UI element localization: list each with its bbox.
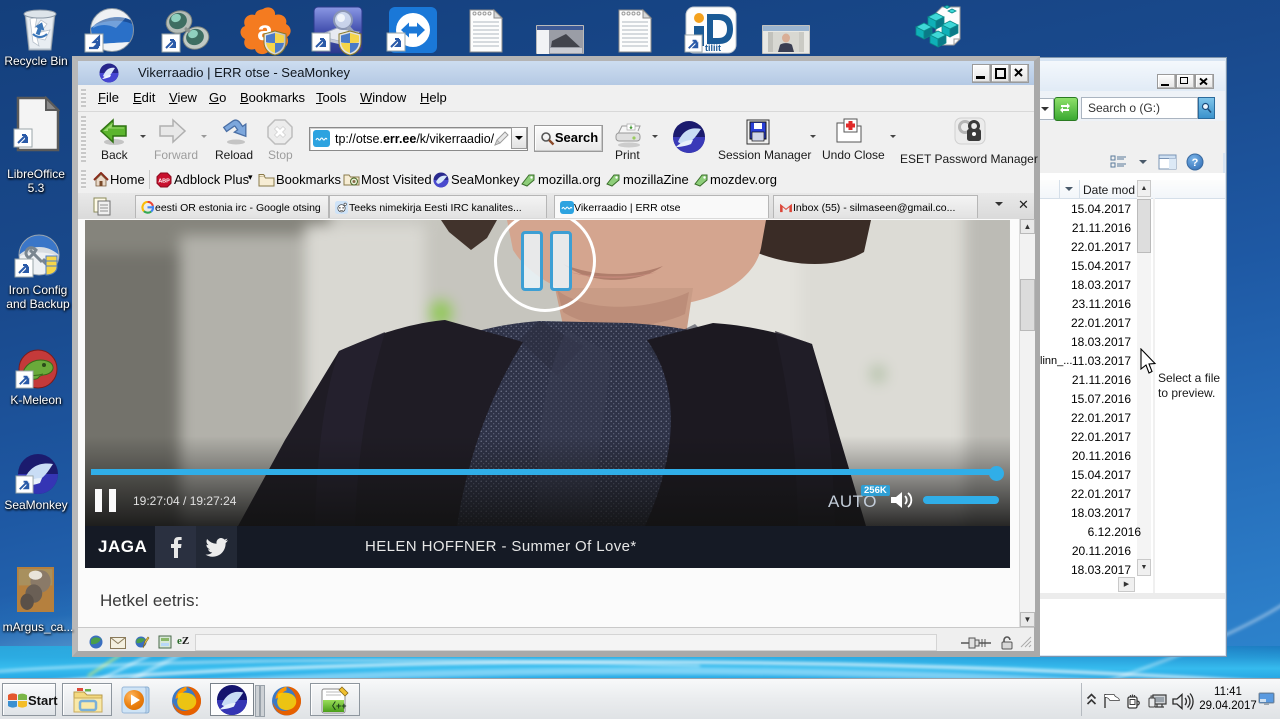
svg-text:〈++: 〈++	[327, 701, 347, 711]
svg-text:?: ?	[1192, 157, 1199, 169]
svg-text:tiliit: tiliit	[705, 43, 721, 53]
svg-text:ABP: ABP	[158, 179, 170, 185]
